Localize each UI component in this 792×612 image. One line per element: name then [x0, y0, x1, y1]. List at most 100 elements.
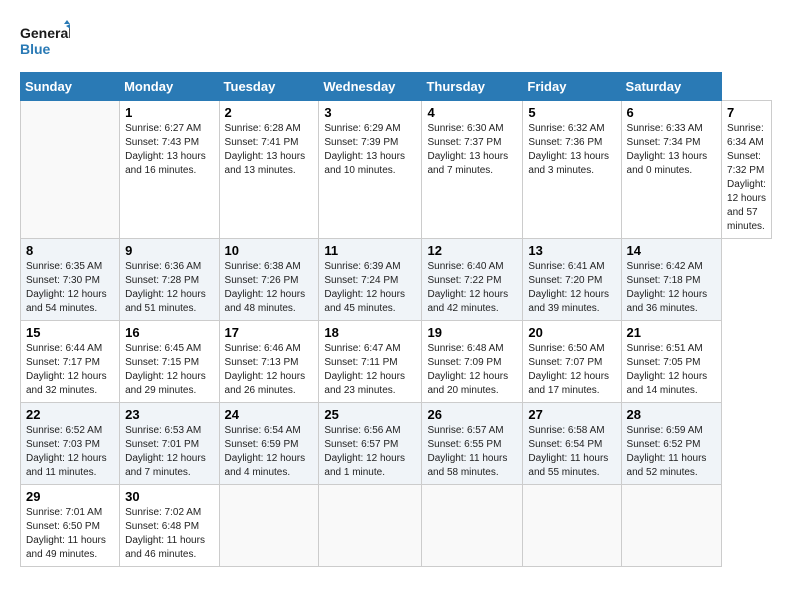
day-number: 18: [324, 325, 416, 340]
day-info: Sunrise: 6:57 AMSunset: 6:55 PMDaylight:…: [427, 424, 517, 480]
day-info: Sunrise: 6:30 AMSunset: 7:37 PMDaylight:…: [427, 122, 517, 178]
day-cell-22: 22Sunrise: 6:52 AMSunset: 7:03 PMDayligh…: [21, 403, 120, 485]
day-info: Sunrise: 6:59 AMSunset: 6:52 PMDaylight:…: [627, 424, 716, 480]
day-cell-25: 25Sunrise: 6:56 AMSunset: 6:57 PMDayligh…: [319, 403, 422, 485]
day-number: 17: [225, 325, 314, 340]
header-day-sunday: Sunday: [21, 73, 120, 101]
day-number: 4: [427, 105, 517, 120]
day-cell-30: 30 Sunrise: 7:02 AMSunset: 6:48 PMDayligh…: [120, 485, 219, 567]
day-cell-3: 3Sunrise: 6:29 AMSunset: 7:39 PMDaylight…: [319, 101, 422, 239]
header-row: SundayMondayTuesdayWednesdayThursdayFrid…: [21, 73, 772, 101]
header-day-tuesday: Tuesday: [219, 73, 319, 101]
day-info: Sunrise: 6:58 AMSunset: 6:54 PMDaylight:…: [528, 424, 615, 480]
day-number: 21: [627, 325, 716, 340]
day-number: 12: [427, 243, 517, 258]
day-number: 29: [26, 489, 114, 504]
day-info: Sunrise: 6:27 AMSunset: 7:43 PMDaylight:…: [125, 122, 213, 178]
day-info: Sunrise: 6:47 AMSunset: 7:11 PMDaylight:…: [324, 342, 416, 398]
day-number: 24: [225, 407, 314, 422]
day-number: 1: [125, 105, 213, 120]
day-cell-10: 10 Sunrise: 6:38 AMSunset: 7:26 PMDayligh…: [219, 239, 319, 321]
day-info: Sunrise: 6:33 AMSunset: 7:34 PMDaylight:…: [627, 122, 716, 178]
day-cell-26: 26 Sunrise: 6:57 AMSunset: 6:55 PMDayligh…: [422, 403, 523, 485]
header-day-thursday: Thursday: [422, 73, 523, 101]
day-cell-9: 9 Sunrise: 6:36 AMSunset: 7:28 PMDaylight…: [120, 239, 219, 321]
day-cell-29: 29Sunrise: 7:01 AMSunset: 6:50 PMDayligh…: [21, 485, 120, 567]
day-info: Sunrise: 6:38 AMSunset: 7:26 PMDaylight:…: [225, 260, 314, 316]
header-day-wednesday: Wednesday: [319, 73, 422, 101]
day-info: Sunrise: 6:54 AMSunset: 6:59 PMDaylight:…: [225, 424, 314, 480]
day-number: 9: [125, 243, 213, 258]
header-day-saturday: Saturday: [621, 73, 721, 101]
day-number: 16: [125, 325, 213, 340]
svg-text:General: General: [20, 25, 70, 41]
week-row-1: 1 Sunrise: 6:27 AMSunset: 7:43 PMDaylight…: [21, 101, 772, 239]
day-info: Sunrise: 7:02 AMSunset: 6:48 PMDaylight:…: [125, 506, 213, 562]
empty-cell: [219, 485, 319, 567]
day-number: 6: [627, 105, 716, 120]
day-cell-24: 24 Sunrise: 6:54 AMSunset: 6:59 PMDayligh…: [219, 403, 319, 485]
empty-cell: [621, 485, 721, 567]
day-cell-14: 14 Sunrise: 6:42 AMSunset: 7:18 PMDayligh…: [621, 239, 721, 321]
day-cell-7: 7 Sunrise: 6:34 AMSunset: 7:32 PMDaylight…: [722, 101, 772, 239]
day-number: 10: [225, 243, 314, 258]
day-cell-18: 18 Sunrise: 6:47 AMSunset: 7:11 PMDayligh…: [319, 321, 422, 403]
day-info: Sunrise: 6:36 AMSunset: 7:28 PMDaylight:…: [125, 260, 213, 316]
day-number: 23: [125, 407, 213, 422]
day-number: 13: [528, 243, 615, 258]
day-info: Sunrise: 6:50 AMSunset: 7:07 PMDaylight:…: [528, 342, 615, 398]
day-cell-16: 16Sunrise: 6:45 AMSunset: 7:15 PMDayligh…: [120, 321, 219, 403]
day-info: Sunrise: 6:44 AMSunset: 7:17 PMDaylight:…: [26, 342, 114, 398]
calendar-header: SundayMondayTuesdayWednesdayThursdayFrid…: [21, 73, 772, 101]
day-cell-11: 11 Sunrise: 6:39 AMSunset: 7:24 PMDayligh…: [319, 239, 422, 321]
day-info: Sunrise: 6:39 AMSunset: 7:24 PMDaylight:…: [324, 260, 416, 316]
day-cell-19: 19 Sunrise: 6:48 AMSunset: 7:09 PMDayligh…: [422, 321, 523, 403]
header-day-monday: Monday: [120, 73, 219, 101]
day-info: Sunrise: 6:46 AMSunset: 7:13 PMDaylight:…: [225, 342, 314, 398]
day-cell-15: 15 Sunrise: 6:44 AMSunset: 7:17 PMDayligh…: [21, 321, 120, 403]
day-cell-20: 20 Sunrise: 6:50 AMSunset: 7:07 PMDayligh…: [523, 321, 621, 403]
header: General Blue: [20, 20, 772, 62]
day-number: 3: [324, 105, 416, 120]
day-info: Sunrise: 6:35 AMSunset: 7:30 PMDaylight:…: [26, 260, 114, 316]
day-info: Sunrise: 6:40 AMSunset: 7:22 PMDaylight:…: [427, 260, 517, 316]
empty-cell: [422, 485, 523, 567]
day-number: 30: [125, 489, 213, 504]
calendar: SundayMondayTuesdayWednesdayThursdayFrid…: [20, 72, 772, 567]
day-cell-4: 4 Sunrise: 6:30 AMSunset: 7:37 PMDaylight…: [422, 101, 523, 239]
week-row-4: 22Sunrise: 6:52 AMSunset: 7:03 PMDayligh…: [21, 403, 772, 485]
day-cell-28: 28 Sunrise: 6:59 AMSunset: 6:52 PMDayligh…: [621, 403, 721, 485]
day-number: 11: [324, 243, 416, 258]
day-info: Sunrise: 6:56 AMSunset: 6:57 PMDaylight:…: [324, 424, 416, 480]
day-info: Sunrise: 6:53 AMSunset: 7:01 PMDaylight:…: [125, 424, 213, 480]
day-info: Sunrise: 6:34 AMSunset: 7:32 PMDaylight:…: [727, 122, 766, 234]
day-cell-8: 8Sunrise: 6:35 AMSunset: 7:30 PMDaylight…: [21, 239, 120, 321]
day-cell-1: 1 Sunrise: 6:27 AMSunset: 7:43 PMDaylight…: [120, 101, 219, 239]
day-number: 7: [727, 105, 766, 120]
day-number: 19: [427, 325, 517, 340]
day-number: 20: [528, 325, 615, 340]
week-row-3: 15 Sunrise: 6:44 AMSunset: 7:17 PMDayligh…: [21, 321, 772, 403]
day-info: Sunrise: 6:42 AMSunset: 7:18 PMDaylight:…: [627, 260, 716, 316]
calendar-body: 1 Sunrise: 6:27 AMSunset: 7:43 PMDaylight…: [21, 101, 772, 567]
day-info: Sunrise: 6:48 AMSunset: 7:09 PMDaylight:…: [427, 342, 517, 398]
day-number: 22: [26, 407, 114, 422]
day-cell-12: 12 Sunrise: 6:40 AMSunset: 7:22 PMDayligh…: [422, 239, 523, 321]
day-cell-2: 2 Sunrise: 6:28 AMSunset: 7:41 PMDaylight…: [219, 101, 319, 239]
day-cell-13: 13Sunrise: 6:41 AMSunset: 7:20 PMDayligh…: [523, 239, 621, 321]
day-cell-5: 5Sunrise: 6:32 AMSunset: 7:36 PMDaylight…: [523, 101, 621, 239]
day-cell-23: 23 Sunrise: 6:53 AMSunset: 7:01 PMDayligh…: [120, 403, 219, 485]
week-row-2: 8Sunrise: 6:35 AMSunset: 7:30 PMDaylight…: [21, 239, 772, 321]
day-info: Sunrise: 6:51 AMSunset: 7:05 PMDaylight:…: [627, 342, 716, 398]
day-number: 15: [26, 325, 114, 340]
day-number: 14: [627, 243, 716, 258]
day-number: 28: [627, 407, 716, 422]
svg-text:Blue: Blue: [20, 41, 51, 57]
day-number: 26: [427, 407, 517, 422]
day-number: 2: [225, 105, 314, 120]
logo-svg: General Blue: [20, 20, 70, 62]
day-info: Sunrise: 6:28 AMSunset: 7:41 PMDaylight:…: [225, 122, 314, 178]
week-row-5: 29Sunrise: 7:01 AMSunset: 6:50 PMDayligh…: [21, 485, 772, 567]
empty-cell: [21, 101, 120, 239]
header-day-friday: Friday: [523, 73, 621, 101]
